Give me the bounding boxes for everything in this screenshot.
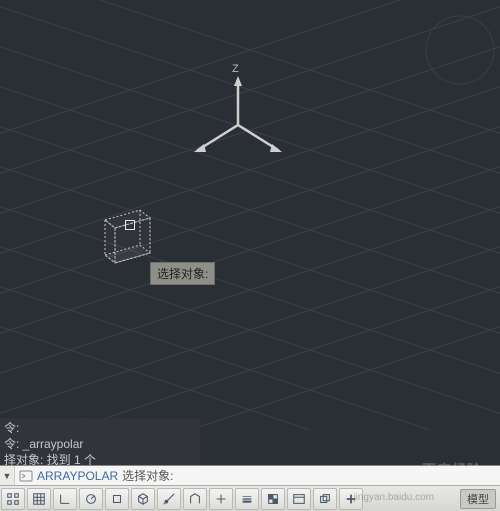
dynamic-input-button[interactable]: [209, 488, 233, 510]
ortho-mode-button[interactable]: [53, 488, 77, 510]
osnap-button[interactable]: [105, 488, 129, 510]
drawing-viewport[interactable]: Z 选择对象:: [0, 0, 500, 430]
tooltip-text: 选择对象:: [157, 267, 208, 281]
command-history: 令: 令: _arraypolar 择对象: 找到 1 个: [0, 418, 200, 470]
history-line: 令:: [4, 420, 196, 436]
polar-tracking-button[interactable]: [79, 488, 103, 510]
ducs-button[interactable]: [183, 488, 207, 510]
command-history-dropdown[interactable]: ▼: [0, 466, 15, 485]
command-prompt[interactable]: ARRAYPOLAR 选择对象:: [37, 467, 173, 484]
status-bar: 模型: [0, 485, 500, 511]
quick-properties-button[interactable]: [287, 488, 311, 510]
history-line: 令: _arraypolar: [4, 436, 196, 452]
lineweight-button[interactable]: [235, 488, 259, 510]
cursor-pickbox: [125, 220, 135, 230]
transparency-button[interactable]: [261, 488, 285, 510]
command-active-keyword: ARRAYPOLAR: [37, 469, 118, 483]
snap-mode-button[interactable]: [1, 488, 25, 510]
command-prompt-icon: [18, 468, 34, 484]
dynamic-input-tooltip: 选择对象:: [150, 262, 215, 285]
ground-grid: [0, 0, 500, 430]
axis-z-label: Z: [232, 63, 239, 75]
selection-cycling-button[interactable]: [313, 488, 337, 510]
otrack-button[interactable]: [157, 488, 181, 510]
osnap-3d-button[interactable]: [131, 488, 155, 510]
command-line[interactable]: ▼ ARRAYPOLAR 选择对象:: [0, 465, 500, 485]
command-prompt-text: 选择对象:: [122, 467, 173, 484]
annotation-monitor-button[interactable]: [339, 488, 363, 510]
workspace-tab-model[interactable]: 模型: [460, 489, 496, 509]
grid-mode-button[interactable]: [27, 488, 51, 510]
